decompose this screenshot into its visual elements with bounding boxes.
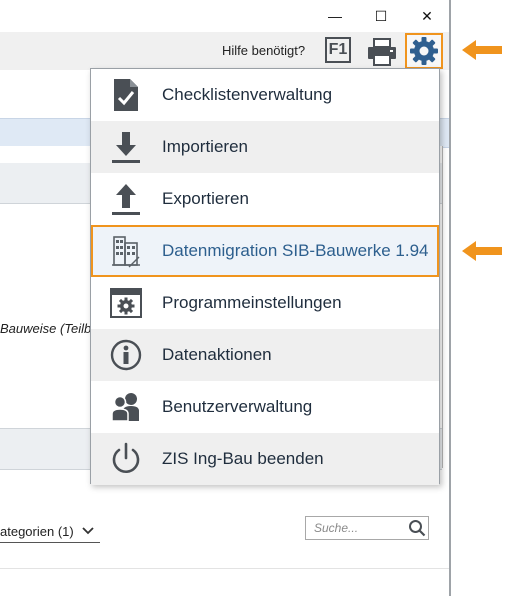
menu-item-importieren[interactable]: Importieren [91, 121, 439, 173]
menu-item-label: Datenmigration SIB-Bauwerke 1.94 [162, 241, 429, 260]
power-icon [108, 441, 144, 477]
categories-label: ategorien (1) [0, 523, 74, 539]
settings-window-icon [108, 285, 144, 321]
checklist-icon [108, 77, 144, 113]
bauweise-text: Bauweise (Teilb [0, 321, 92, 336]
f1-help-button[interactable]: F1 [325, 37, 351, 63]
settings-button[interactable] [405, 33, 443, 69]
menu-item-benutzerverwaltung[interactable]: Benutzerverwaltung [91, 381, 439, 433]
divider [0, 568, 450, 569]
menu-item-label: ZIS Ing-Bau beenden [162, 449, 324, 468]
categories-filter[interactable]: ategorien (1) [0, 520, 100, 543]
gear-icon [410, 37, 438, 65]
menu-item-label: Benutzerverwaltung [162, 397, 313, 416]
building-migration-icon [108, 233, 144, 269]
arrow-annotation-icon [462, 241, 502, 261]
menu-item-programmeinstellungen[interactable]: Programmeinstellungen [91, 277, 439, 329]
menu-item-label: Exportieren [162, 189, 249, 208]
help-text: Hilfe benötigt? [222, 43, 306, 58]
minimize-button[interactable]: — [312, 2, 358, 30]
window-border [449, 0, 451, 596]
close-button[interactable]: ✕ [404, 2, 450, 30]
maximize-button[interactable]: ☐ [358, 2, 404, 30]
print-button[interactable] [366, 37, 398, 67]
menu-item-label: Datenaktionen [162, 345, 272, 364]
menu-item-label: Importieren [162, 137, 248, 156]
menu-item-datenaktionen[interactable]: Datenaktionen [91, 329, 439, 381]
search-input[interactable] [312, 520, 408, 536]
chevron-down-icon [82, 524, 94, 538]
printer-icon [368, 38, 396, 66]
export-icon [108, 181, 144, 217]
menu-item-label: Programmeinstellungen [162, 293, 342, 312]
search-icon[interactable] [408, 519, 426, 537]
menu-item-checklistenverwaltung[interactable]: Checklistenverwaltung [91, 69, 439, 121]
settings-menu: Checklistenverwaltung Importieren Export… [90, 68, 440, 485]
info-icon [108, 337, 144, 373]
import-icon [108, 129, 144, 165]
menu-item-label: Checklistenverwaltung [162, 85, 333, 104]
search-box[interactable] [305, 516, 429, 540]
menu-item-datenmigration[interactable]: Datenmigration SIB-Bauwerke 1.94 [91, 225, 439, 277]
menu-item-beenden[interactable]: ZIS Ing-Bau beenden [91, 433, 439, 485]
arrow-annotation-icon [462, 40, 502, 60]
menu-item-exportieren[interactable]: Exportieren [91, 173, 439, 225]
users-icon [108, 389, 144, 425]
